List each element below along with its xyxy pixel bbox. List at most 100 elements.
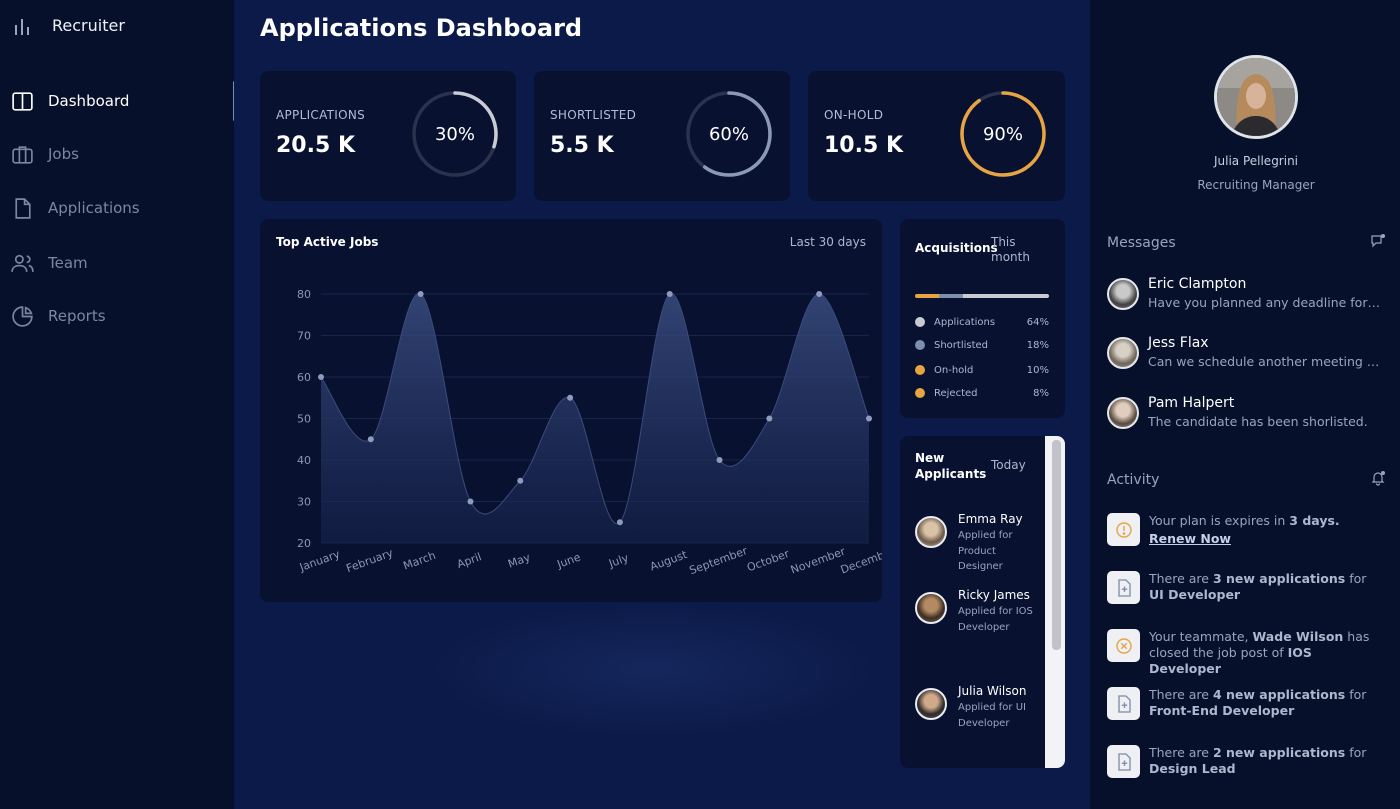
x-tick-label: June <box>554 550 582 571</box>
activity-text-part: Your teammate, <box>1149 629 1253 644</box>
scrollbar-track[interactable] <box>1045 436 1065 768</box>
bell-icon[interactable] <box>1370 470 1386 486</box>
brand[interactable]: Recruiter <box>14 16 125 35</box>
profile-avatar[interactable] <box>1214 55 1298 139</box>
activity-text-part: Your plan is expires in <box>1149 513 1290 528</box>
message-preview: Have you planned any deadline for this? <box>1148 295 1380 310</box>
bar-chart-icon <box>15 18 29 35</box>
x-tick-label: December <box>839 545 882 577</box>
activity-text-part: There are <box>1149 571 1213 586</box>
add-file-icon <box>1107 745 1140 778</box>
message-sender: Eric Clampton <box>1148 276 1247 292</box>
avatar <box>1107 337 1139 369</box>
data-point[interactable] <box>417 291 424 297</box>
legend-label: Shortlisted <box>934 339 989 351</box>
stat-value: 10.5 K <box>824 133 903 158</box>
data-point[interactable] <box>866 415 872 422</box>
message-sender: Jess Flax <box>1148 335 1209 351</box>
users-icon <box>11 254 34 272</box>
message-item[interactable]: Jess Flax Can we schedule another meetin… <box>1107 335 1397 375</box>
data-point[interactable] <box>616 519 623 526</box>
x-tick-label: March <box>401 549 437 573</box>
activity-text-part: for <box>1345 687 1367 702</box>
add-file-icon <box>1107 687 1140 720</box>
sidebar-item-dashboard[interactable]: Dashboard <box>10 81 236 121</box>
data-point[interactable] <box>467 498 474 505</box>
activity-text: Your teammate, Wade Wilson has closed th… <box>1149 629 1379 677</box>
activity-highlight: Front-End Developer <box>1149 703 1295 718</box>
message-item[interactable]: Eric Clampton Have you planned any deadl… <box>1107 276 1397 316</box>
activity-highlight: Design Lead <box>1149 761 1236 776</box>
briefcase-icon <box>12 145 33 164</box>
progress-percent: 60% <box>708 123 749 145</box>
message-item[interactable]: Pam Halpert The candidate has been shorl… <box>1107 395 1397 435</box>
top-active-jobs-card: Top Active Jobs Last 30 days 80 70 60 50 40 3… <box>260 219 882 602</box>
data-point[interactable] <box>766 415 773 422</box>
acquisition-row: On-hold 10% <box>915 362 1049 378</box>
profile-role: Recruiting Manager <box>1197 178 1315 192</box>
new-applicants-title: New Applicants <box>915 451 987 481</box>
message-preview: The candidate has been shorlisted. <box>1148 414 1368 429</box>
data-point[interactable] <box>816 291 823 297</box>
chat-icon[interactable] <box>1370 233 1386 249</box>
brand-name: Recruiter <box>52 16 125 35</box>
stat-label: SHORTLISTED <box>550 108 637 122</box>
activity-item[interactable]: Your plan is expires in 3 days. Renew No… <box>1107 513 1387 547</box>
x-tick-label: August <box>648 548 689 574</box>
alert-icon <box>1107 513 1140 546</box>
applicant-name: Ricky James <box>958 588 1030 602</box>
applicant-name: Emma Ray <box>958 512 1023 526</box>
data-point[interactable] <box>367 436 374 443</box>
activity-text-part: There are <box>1149 687 1213 702</box>
activity-item[interactable]: There are 4 new applications for Front-E… <box>1107 687 1387 720</box>
sidebar-item-label: Dashboard <box>48 92 130 110</box>
data-point[interactable] <box>567 394 574 401</box>
data-point[interactable] <box>318 374 324 380</box>
file-icon <box>15 197 31 219</box>
stat-card-shortlisted[interactable]: SHORTLISTED 5.5 K 60% <box>534 71 790 201</box>
legend-percent: 18% <box>1026 339 1049 351</box>
data-point[interactable] <box>666 291 673 297</box>
x-tick-label: October <box>745 547 791 574</box>
applicant-role: Applied for UI Developer <box>958 702 1026 729</box>
period-selector[interactable]: This month <box>991 235 1041 265</box>
activity-item[interactable]: There are 2 new applications for Design … <box>1107 745 1387 778</box>
layout-columns-icon <box>12 91 33 111</box>
activity-item[interactable]: Your teammate, Wade Wilson has closed th… <box>1107 629 1387 677</box>
activity-item[interactable]: There are 3 new applications for UI Deve… <box>1107 571 1387 604</box>
sidebar-item-team[interactable]: Team <box>10 243 234 283</box>
message-preview: Can we schedule another meeting for next… <box>1148 354 1380 369</box>
applicant-item[interactable]: Emma Ray Applied for Product Designer <box>915 510 1040 575</box>
data-point[interactable] <box>716 457 723 463</box>
activity-text: There are 3 new applications for UI Deve… <box>1149 571 1379 604</box>
y-tick-label: 60 <box>297 371 311 384</box>
sidebar-item-jobs[interactable]: Jobs <box>10 134 234 174</box>
sidebar-item-reports[interactable]: Reports <box>10 296 234 336</box>
sidebar-item-label: Jobs <box>48 145 79 163</box>
bar-segment <box>915 294 926 298</box>
avatar <box>1107 278 1139 310</box>
data-point[interactable] <box>517 477 524 484</box>
activity-highlight: 2 new applications <box>1212 745 1346 760</box>
legend-label: On-hold <box>934 364 974 376</box>
applicant-item[interactable]: Ricky James Applied for IOS Developer <box>915 586 1040 635</box>
applicant-item[interactable]: Julia Wilson Applied for UI Developer <box>915 682 1040 731</box>
stat-card-on-hold[interactable]: ON-HOLD 10.5 K 90% <box>808 71 1065 201</box>
applicant-role: Applied for Product Designer <box>958 530 1013 572</box>
legend-dot <box>915 340 925 350</box>
sidebar-item-applications[interactable]: Applications <box>10 188 234 228</box>
applicant-role: Applied for IOS Developer <box>958 606 1033 633</box>
legend-dot <box>915 388 925 398</box>
avatar <box>915 516 947 548</box>
bar-segment <box>963 294 1049 298</box>
period-selector[interactable]: Today <box>991 458 1026 472</box>
y-tick-label: 40 <box>297 454 311 467</box>
stat-value: 20.5 K <box>276 133 355 158</box>
area-chart: 80 70 60 50 40 30 20 January February March April… <box>297 288 882 577</box>
stat-card-applications[interactable]: APPLICATIONS 20.5 K 30% <box>260 71 516 201</box>
scrollbar-thumb[interactable] <box>1052 440 1061 650</box>
x-tick-label: January <box>297 547 342 574</box>
renew-now-link[interactable]: Renew Now <box>1149 531 1379 547</box>
legend-percent: 64% <box>1026 316 1049 328</box>
legend-label: Applications <box>934 316 996 328</box>
